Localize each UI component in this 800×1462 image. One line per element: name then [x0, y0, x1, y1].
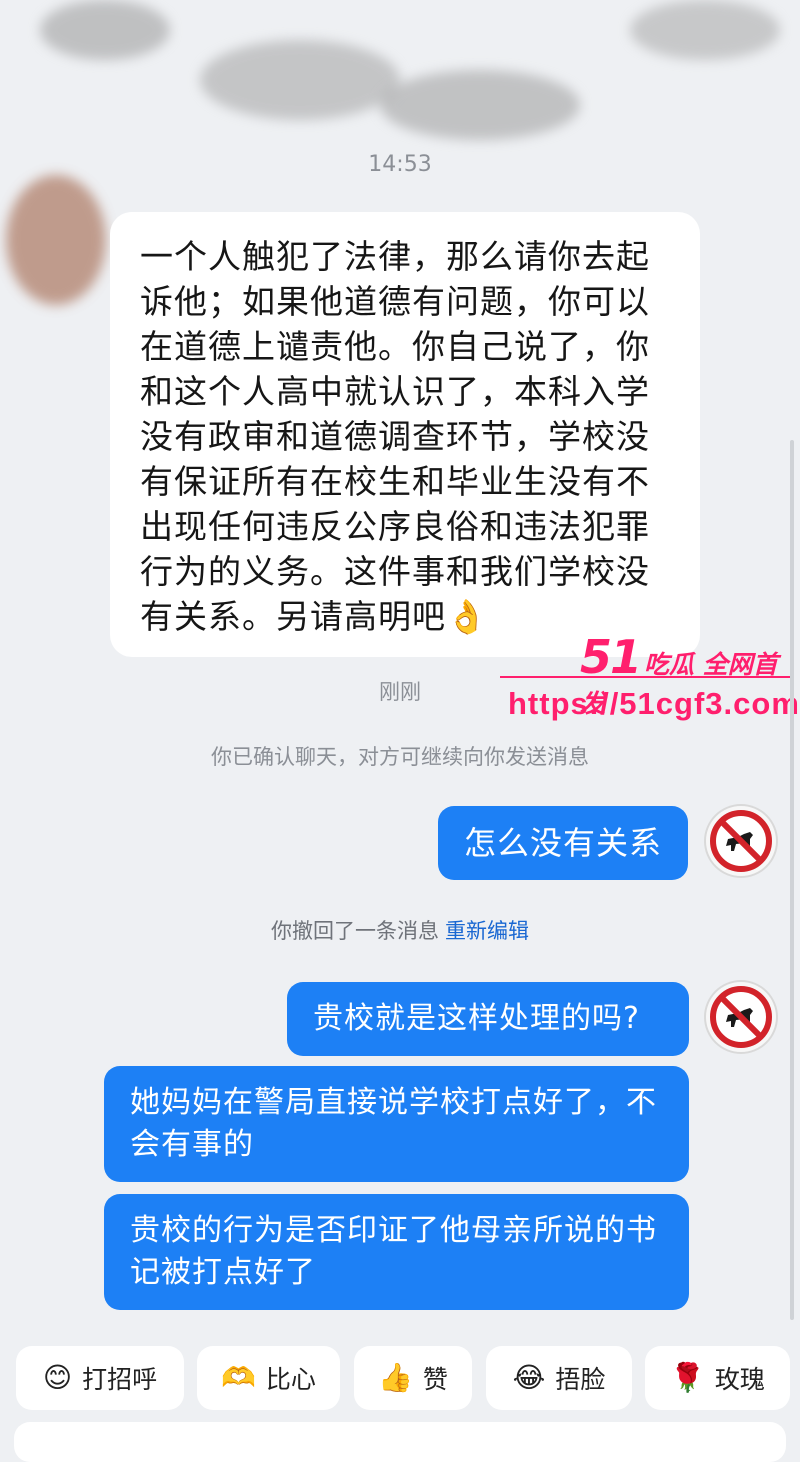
outgoing-message-bubble[interactable]: 她妈妈在警局直接说学校打点好了，不会有事的 [104, 1066, 689, 1182]
avatar-smudge [6, 175, 106, 305]
quick-reply-label: 比心 [265, 1365, 316, 1394]
outgoing-message-bubble[interactable]: 贵校的行为是否印证了他母亲所说的书记被打点好了 [104, 1194, 689, 1310]
message-input-top-edge[interactable] [14, 1422, 786, 1462]
smudge-top-right [630, 0, 780, 60]
confirm-chat-notice: 你已确认聊天，对方可继续向你发送消息 [211, 745, 589, 769]
outgoing-message-text: 贵校就是这样处理的吗? [313, 1001, 640, 1036]
quick-reply-facepalm[interactable]: 😂 捂脸 [486, 1346, 632, 1410]
outgoing-message-bubble[interactable]: 贵校就是这样处理的吗? [287, 982, 689, 1056]
quick-reply-label: 捂脸 [555, 1365, 606, 1394]
quick-reply-heart[interactable]: 🫶 比心 [197, 1346, 340, 1410]
quick-reply-label: 玫瑰 [714, 1365, 765, 1394]
incoming-message-text: 一个人触犯了法律，那么请你去起诉他；如果他道德有问题，你可以在道德上谴责他。你自… [140, 237, 650, 636]
recall-notice: 你撤回了一条消息 重新编辑 [0, 915, 800, 945]
outgoing-message-text: 她妈妈在警局直接说学校打点好了，不会有事的 [130, 1085, 657, 1162]
outgoing-message-text: 怎么没有关系 [464, 824, 663, 862]
no-dog-icon [710, 986, 772, 1048]
recall-notice-text: 你撤回了一条消息 [271, 919, 439, 943]
smile-icon: 😊 [42, 1361, 73, 1394]
quick-reply-label: 赞 [422, 1365, 448, 1394]
user-avatar[interactable] [706, 982, 776, 1052]
rose-icon: 🌹 [670, 1361, 705, 1394]
laugh-cry-icon: 😂 [512, 1361, 546, 1394]
reedit-link[interactable]: 重新编辑 [445, 919, 529, 943]
ok-hand-emoji: 👌 [446, 597, 489, 636]
timestamp: 14:53 [368, 152, 432, 177]
just-now-label: 刚刚 [379, 680, 421, 704]
smudge-top-mid [380, 70, 580, 140]
quick-reply-rose[interactable]: 🌹 玫瑰 [645, 1346, 790, 1410]
thumbs-up-icon: 👍 [378, 1361, 413, 1394]
no-dog-icon [710, 810, 772, 872]
user-avatar[interactable] [706, 806, 776, 876]
smudge-top-left [40, 0, 170, 60]
quick-reply-like[interactable]: 👍 赞 [354, 1346, 472, 1410]
incoming-message-bubble[interactable]: 一个人触犯了法律，那么请你去起诉他；如果他道德有问题，你可以在道德上谴责他。你自… [110, 212, 700, 657]
heart-hands-icon: 🫶 [221, 1361, 256, 1394]
quick-reply-label: 打招呼 [82, 1365, 158, 1394]
smudge-top-center [200, 40, 400, 120]
outgoing-message-bubble[interactable]: 怎么没有关系 [438, 806, 688, 880]
scrollbar[interactable] [790, 440, 794, 1320]
quick-reply-greet[interactable]: 😊 打招呼 [16, 1346, 184, 1410]
outgoing-message-text: 贵校的行为是否印证了他母亲所说的书记被打点好了 [130, 1213, 657, 1290]
